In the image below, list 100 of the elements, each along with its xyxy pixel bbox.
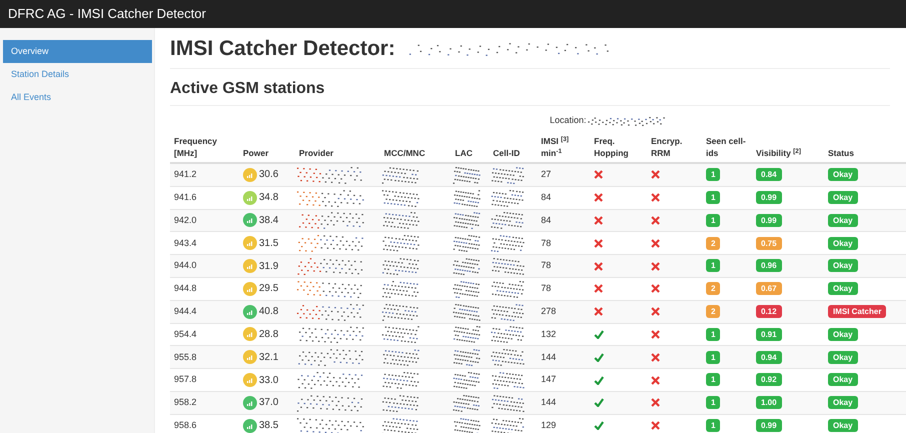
column-header: Freq. Hopping bbox=[594, 135, 630, 159]
status-badge: IMSI Catcher bbox=[828, 304, 886, 318]
redaction-drawing bbox=[295, 302, 365, 322]
redaction-drawing bbox=[451, 347, 481, 368]
redaction-drawing bbox=[489, 233, 525, 254]
status-badge: Okay bbox=[828, 418, 858, 432]
imsi-rate-cell: 78 bbox=[541, 283, 552, 294]
redaction-drawing bbox=[451, 210, 481, 230]
redaction-drawing bbox=[489, 347, 525, 368]
imsi-rate-cell: 144 bbox=[541, 397, 556, 408]
redaction-drawing bbox=[295, 278, 365, 299]
status-badge: Okay bbox=[828, 350, 858, 364]
status-badge: Okay bbox=[828, 168, 858, 182]
column-header: Cell-ID bbox=[493, 147, 520, 159]
imsi-rate-cell: 78 bbox=[541, 260, 552, 270]
redaction-drawing bbox=[451, 392, 481, 413]
redaction-drawing bbox=[489, 370, 525, 390]
visibility-badge: 0.96 bbox=[756, 259, 782, 272]
visibility-badge: 0.99 bbox=[756, 214, 782, 227]
frequency-cell: 954.4 bbox=[174, 328, 197, 339]
visibility-badge: 0.94 bbox=[756, 350, 782, 364]
redaction-drawing bbox=[489, 256, 525, 276]
frequency-cell: 941.6 bbox=[174, 192, 197, 202]
column-header: IMSI $^{[3]}$ min$^{-1}$ bbox=[541, 135, 570, 159]
redaction-drawing bbox=[380, 278, 420, 299]
redaction-drawing bbox=[380, 324, 420, 344]
redaction-drawing bbox=[451, 233, 481, 254]
power-cell-text: 31.9 bbox=[259, 260, 278, 274]
redaction-drawing bbox=[489, 164, 525, 185]
column-header: Encryp. RRM bbox=[651, 135, 684, 159]
redaction-drawing bbox=[489, 188, 525, 208]
frequency-cell: 943.4 bbox=[174, 238, 197, 248]
status-badge: Okay bbox=[828, 190, 858, 204]
redaction-drawing bbox=[380, 302, 420, 322]
redaction-drawing bbox=[489, 278, 525, 299]
location-label: Location: bbox=[550, 114, 586, 128]
imsi-rate-cell: 129 bbox=[541, 420, 556, 430]
frequency-cell: 944.8 bbox=[174, 283, 197, 294]
power-cell-text: 32.1 bbox=[259, 350, 278, 365]
imsi-rate-cell: 84 bbox=[541, 192, 552, 202]
status-badge: Okay bbox=[828, 259, 858, 272]
column-header: MCC/MNC bbox=[384, 147, 426, 159]
frequency-cell: 944.0 bbox=[174, 260, 197, 270]
redaction-drawing bbox=[380, 256, 420, 276]
redaction-drawing bbox=[489, 210, 525, 230]
cell-id-count: 1 bbox=[706, 328, 720, 341]
visibility-badge: 0.75 bbox=[756, 236, 782, 250]
redaction-drawing bbox=[380, 188, 420, 208]
visibility-badge: 0.67 bbox=[756, 282, 782, 296]
cell-id-count: 1 bbox=[706, 350, 720, 364]
redaction-drawing bbox=[380, 392, 420, 413]
cell-id-count: 1 bbox=[706, 214, 720, 227]
redaction-drawing bbox=[380, 233, 420, 254]
cell-id-count: 1 bbox=[706, 418, 720, 432]
power-cell-text: 38.4 bbox=[259, 214, 278, 228]
redaction-drawing bbox=[295, 164, 365, 185]
redaction-drawing bbox=[451, 370, 481, 390]
frequency-cell: 958.2 bbox=[174, 397, 197, 408]
power-cell-text: 38.5 bbox=[259, 419, 278, 433]
redaction-drawing bbox=[489, 302, 525, 322]
power-cell-text: 31.5 bbox=[259, 236, 278, 251]
page-title: IMSI Catcher Detector: bbox=[170, 36, 396, 62]
redaction-drawing bbox=[380, 347, 420, 368]
column-header: Visibility $^{[2]}$ bbox=[756, 147, 801, 159]
frequency-cell: 942.0 bbox=[174, 214, 197, 225]
power-cell-text: 29.5 bbox=[259, 282, 278, 296]
imsi-rate-cell: 144 bbox=[541, 352, 556, 362]
redaction-drawing bbox=[451, 324, 481, 344]
sidebar-item[interactable]: All Events bbox=[3, 86, 152, 109]
power-cell-text: 40.8 bbox=[259, 305, 278, 320]
frequency-cell: 944.4 bbox=[174, 306, 197, 316]
column-header: LAC bbox=[455, 147, 472, 159]
frequency-cell: 958.6 bbox=[174, 420, 197, 430]
visibility-badge: 0.84 bbox=[756, 168, 782, 182]
cell-id-count: 1 bbox=[706, 190, 720, 204]
cell-id-count: 1 bbox=[706, 259, 720, 272]
redaction-drawing bbox=[295, 370, 365, 390]
status-badge: Okay bbox=[828, 373, 858, 386]
redaction-drawing bbox=[451, 188, 481, 208]
redaction-drawing bbox=[295, 188, 365, 208]
status-badge: Okay bbox=[828, 236, 858, 250]
cell-id-count: 2 bbox=[706, 236, 720, 250]
redaction-drawing bbox=[380, 416, 420, 433]
cell-id-count: 1 bbox=[706, 373, 720, 386]
cell-id-count: 1 bbox=[706, 168, 720, 182]
redaction-drawing bbox=[451, 416, 481, 433]
visibility-badge: 0.99 bbox=[756, 418, 782, 432]
redaction-drawing bbox=[380, 210, 420, 230]
app-title[interactable]: DFRC AG - IMSI Catcher Detector bbox=[8, 4, 206, 24]
sidebar-item[interactable]: Overview bbox=[3, 40, 152, 63]
imsi-rate-cell: 27 bbox=[541, 169, 552, 180]
redaction-drawing bbox=[451, 256, 481, 276]
visibility-badge: 0.12 bbox=[756, 304, 782, 318]
redaction-drawing bbox=[489, 416, 525, 433]
status-badge: Okay bbox=[828, 396, 858, 410]
frequency-cell: 941.2 bbox=[174, 169, 197, 180]
redaction-drawing bbox=[295, 416, 365, 433]
column-header: Power bbox=[243, 147, 269, 159]
frequency-cell: 957.8 bbox=[174, 374, 197, 384]
sidebar-item[interactable]: Station Details bbox=[3, 63, 152, 86]
